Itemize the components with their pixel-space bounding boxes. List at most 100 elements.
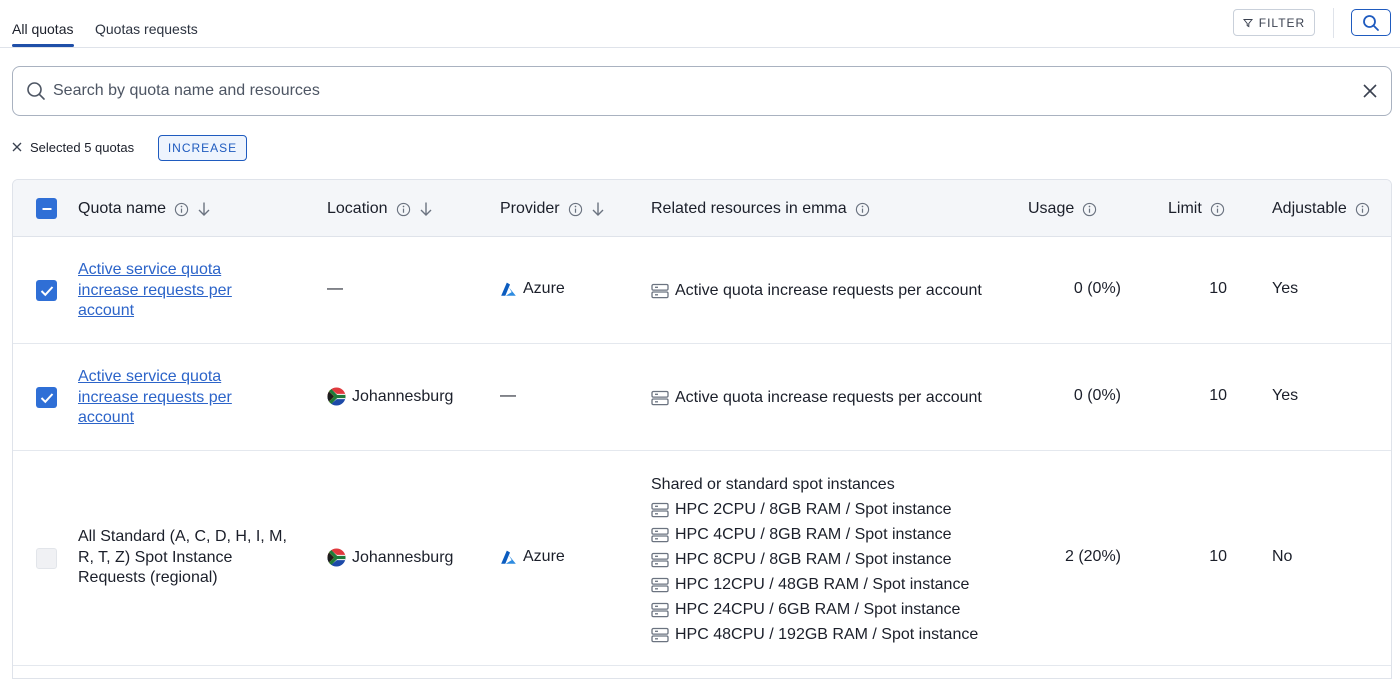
check-icon [40, 392, 53, 403]
related-resources-list: Shared or standard spot instances HPC 2C… [651, 472, 978, 647]
column-header-provider[interactable]: Provider [500, 200, 605, 218]
quota-name-line: increase requests per [78, 281, 232, 299]
usage-cell: 0 (0%) [1073, 387, 1121, 404]
row-checkbox[interactable] [36, 548, 57, 569]
provider-cell: Azure [500, 280, 565, 298]
provider-cell: Azure [500, 548, 565, 566]
usage-cell: 2 (20%) [1064, 548, 1121, 565]
limit-cell: 10 [1209, 387, 1227, 404]
sort-down-icon[interactable] [591, 201, 605, 217]
row-checkbox[interactable] [36, 387, 57, 408]
column-label: Limit [1168, 200, 1202, 217]
minus-icon [42, 207, 51, 210]
related-resources-list: Active quota increase requests per accou… [651, 278, 982, 303]
close-icon[interactable] [1363, 84, 1377, 98]
quota-name-line: R, T, Z) Spot Instance [78, 548, 233, 566]
south-africa-flag-icon [327, 387, 346, 406]
server-icon [651, 390, 669, 405]
south-africa-flag-icon [327, 548, 346, 567]
search-toggle-button[interactable] [1351, 9, 1391, 36]
table-row[interactable]: Active service quota increase requests p… [13, 344, 1391, 451]
quota-name-line: Active service quota [78, 261, 222, 278]
resource-label: HPC 4CPU / 8GB RAM / Spot instance [675, 525, 952, 543]
provider-cell: — [500, 387, 516, 405]
increase-button[interactable]: INCREASE [158, 135, 247, 161]
table-row[interactable]: All Standard (A, C, D, H, I, M, R, T, Z)… [13, 451, 1391, 666]
resource-item: HPC 2CPU / 8GB RAM / Spot instance [651, 497, 978, 522]
azure-icon [501, 550, 516, 564]
clear-selection-icon[interactable] [12, 142, 22, 152]
column-label: Provider [500, 200, 560, 217]
limit-cell: 10 [1209, 548, 1227, 565]
search-input[interactable] [53, 79, 1343, 103]
resource-label: HPC 24CPU / 6GB RAM / Spot instance [675, 600, 961, 618]
sort-down-icon[interactable] [419, 201, 433, 217]
quota-name-line: Requests (regional) [78, 569, 218, 586]
toolbar-divider [1333, 8, 1334, 38]
provider-label: Azure [523, 280, 565, 297]
resource-item: HPC 8CPU / 8GB RAM / Spot instance [651, 547, 978, 572]
column-header-usage: Usage [1028, 200, 1097, 218]
resource-item: HPC 12CPU / 48GB RAM / Spot instance [651, 572, 978, 597]
azure-icon [501, 282, 516, 296]
select-all-checkbox[interactable] [36, 198, 57, 219]
column-label: Usage [1028, 200, 1075, 217]
filter-button[interactable]: FILTER [1233, 9, 1315, 36]
quota-name-link[interactable]: Active service quota increase requests p… [78, 367, 278, 429]
info-icon[interactable] [1082, 202, 1097, 217]
provider-label: Azure [523, 548, 565, 565]
quota-name-line: Active service quota [78, 368, 222, 385]
column-header-limit: Limit [1168, 200, 1225, 218]
limit-cell: 10 [1209, 280, 1227, 297]
resource-label: HPC 2CPU / 8GB RAM / Spot instance [675, 500, 952, 518]
search-icon [1363, 14, 1379, 31]
info-icon[interactable] [1210, 202, 1225, 217]
resource-label: HPC 48CPU / 192GB RAM / Spot instance [675, 625, 979, 643]
location-label: Johannesburg [352, 387, 454, 405]
column-label: Location [327, 200, 388, 217]
resource-item: HPC 24CPU / 6GB RAM / Spot instance [651, 597, 978, 622]
tab-quotas-requests[interactable]: Quotas requests [95, 21, 198, 37]
quota-name-line: account [78, 409, 135, 426]
server-icon [651, 527, 669, 542]
info-icon[interactable] [855, 202, 870, 217]
column-label: Adjustable [1272, 200, 1347, 217]
resource-group-heading: Shared or standard spot instances [651, 475, 895, 493]
quota-name-link[interactable]: Active service quota increase requests p… [78, 260, 278, 322]
selection-count: Selected 5 quotas [30, 140, 135, 155]
quota-name-line: All Standard (A, C, D, H, I, M, [78, 528, 287, 545]
server-icon [651, 283, 669, 298]
search-icon [27, 82, 45, 100]
info-icon[interactable] [396, 202, 411, 217]
resource-item: Active quota increase requests per accou… [651, 278, 982, 303]
resource-label: Active quota increase requests per accou… [675, 281, 982, 299]
server-icon [651, 552, 669, 567]
related-resources-list: Active quota increase requests per accou… [651, 385, 982, 410]
info-icon[interactable] [174, 202, 189, 217]
resource-label: HPC 8CPU / 8GB RAM / Spot instance [675, 550, 952, 568]
provider-label: — [500, 387, 516, 404]
info-icon[interactable] [568, 202, 583, 217]
location-label: — [327, 280, 343, 297]
resource-label: HPC 12CPU / 48GB RAM / Spot instance [675, 575, 970, 593]
adjustable-cell: Yes [1272, 387, 1299, 404]
sort-down-icon[interactable] [197, 201, 211, 217]
column-header-quota-name[interactable]: Quota name [78, 200, 211, 218]
search-bar [12, 66, 1392, 116]
table-row[interactable]: Active service quota increase requests p… [13, 237, 1391, 344]
tab-all-quotas[interactable]: All quotas [12, 21, 73, 37]
tab-bar: All quotas Quotas requests FILTER [0, 0, 1400, 48]
quotas-table: Quota name Location Provider Related res… [12, 179, 1392, 679]
filter-icon [1242, 18, 1253, 27]
quota-name: All Standard (A, C, D, H, I, M, R, T, Z)… [78, 527, 288, 589]
row-checkbox[interactable] [36, 280, 57, 301]
server-icon [651, 577, 669, 592]
column-label: Related resources in emma [651, 200, 847, 217]
column-header-location[interactable]: Location [327, 200, 433, 218]
table-header: Quota name Location Provider Related res… [13, 180, 1391, 237]
server-icon [651, 627, 669, 642]
info-icon[interactable] [1355, 202, 1370, 217]
location-cell: Johannesburg [327, 387, 453, 406]
location-label: Johannesburg [352, 548, 454, 566]
quota-name-line: increase requests per [78, 388, 232, 406]
